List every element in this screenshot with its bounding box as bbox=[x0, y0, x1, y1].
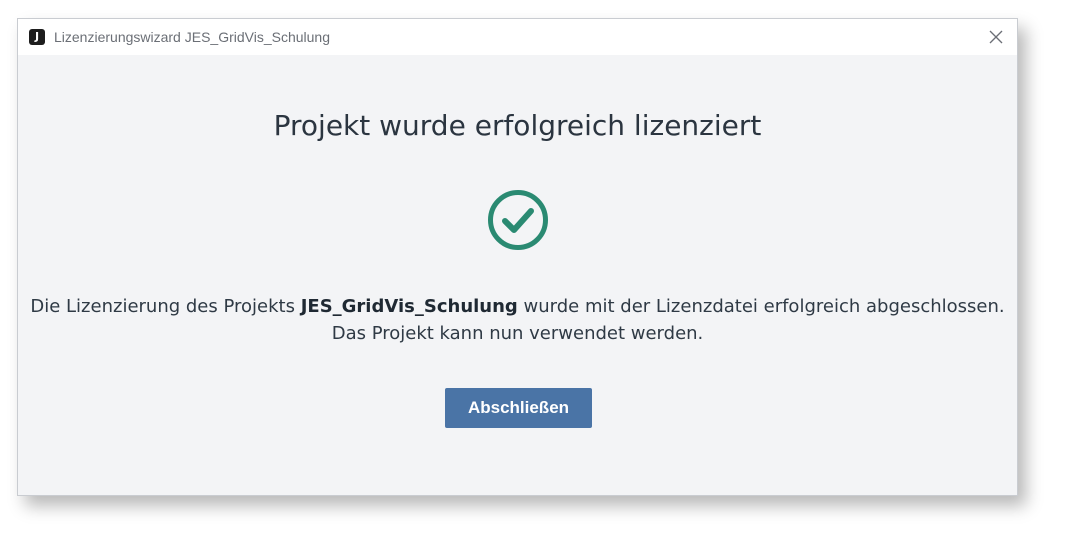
message-line-2: Das Projekt kann nun verwendet werden. bbox=[331, 323, 704, 344]
page-title: Projekt wurde erfolgreich lizenziert bbox=[273, 109, 762, 142]
title-bar: J Lizenzierungswizard JES_GridVis_Schulu… bbox=[18, 19, 1017, 55]
license-wizard-dialog: J Lizenzierungswizard JES_GridVis_Schulu… bbox=[17, 18, 1018, 496]
message-line-1: Die Lizenzierung des Projekts JES_GridVi… bbox=[18, 293, 1017, 320]
finish-button[interactable]: Abschließen bbox=[445, 388, 592, 428]
check-circle-icon bbox=[488, 190, 548, 250]
message-suffix: wurde mit der Lizenzdatei erfolgreich ab… bbox=[517, 296, 1005, 317]
dialog-content: Projekt wurde erfolgreich lizenziert Die… bbox=[18, 55, 1017, 495]
app-logo-icon: J bbox=[29, 29, 45, 45]
success-message: Die Lizenzierung des Projekts JES_GridVi… bbox=[18, 293, 1017, 347]
project-name: JES_GridVis_Schulung bbox=[300, 296, 518, 317]
screen: J Lizenzierungswizard JES_GridVis_Schulu… bbox=[0, 0, 1067, 545]
close-icon[interactable] bbox=[987, 28, 1005, 46]
message-prefix: Die Lizenzierung des Projekts bbox=[30, 296, 301, 317]
window-title: Lizenzierungswizard JES_GridVis_Schulung bbox=[54, 29, 331, 45]
